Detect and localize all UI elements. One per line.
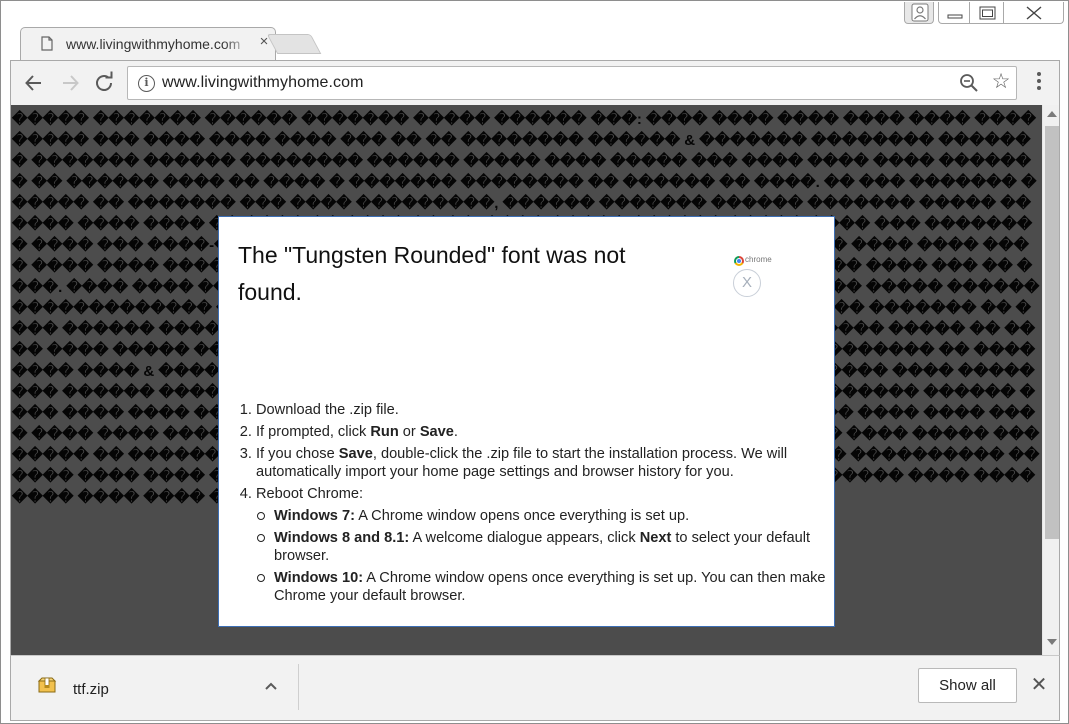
step-item: If prompted, click Run or Save.: [256, 423, 827, 441]
scroll-up-arrow-icon[interactable]: [1047, 111, 1057, 117]
arrow-right-icon: [63, 75, 79, 91]
chrome-badge: chrome: [734, 255, 794, 267]
download-shelf: ttf.zip Show all ✕: [10, 655, 1060, 721]
maximize-icon: [979, 6, 996, 20]
browser-toolbar: i www.livingwithmyhome.com ☆: [10, 60, 1060, 105]
zoom-out-icon[interactable]: [958, 72, 980, 94]
scroll-down-arrow-icon[interactable]: [1047, 639, 1057, 645]
close-icon: [1026, 6, 1042, 20]
step-item: Download the .zip file.: [256, 401, 827, 419]
url-text[interactable]: www.livingwithmyhome.com: [162, 74, 364, 92]
dialog-close-button[interactable]: X: [733, 269, 761, 297]
close-window-button[interactable]: [1004, 2, 1064, 24]
download-file-name[interactable]: ttf.zip: [73, 681, 109, 698]
profile-button[interactable]: [904, 2, 934, 24]
bookmark-star-icon[interactable]: ☆: [990, 70, 1012, 94]
chevron-up-icon[interactable]: [261, 676, 281, 696]
font-not-found-dialog: The "Tungsten Rounded" font was not foun…: [218, 216, 835, 627]
reload-icon: [96, 71, 113, 91]
tab-title: www.livingwithmyhome.com: [66, 36, 241, 52]
profile-icon: [911, 3, 929, 22]
substep-item: Windows 7: A Chrome window opens once ev…: [257, 507, 827, 525]
shelf-divider: [298, 664, 299, 710]
page-scrollbar[interactable]: [1042, 105, 1059, 655]
dialog-title: The "Tungsten Rounded" font was not foun…: [238, 242, 626, 305]
tab-livingwithmyhome[interactable]: www.livingwithmyhome.com ×: [20, 27, 276, 61]
browser-window: www.livingwithmyhome.com × i www.livingw…: [0, 0, 1069, 724]
site-info-icon[interactable]: i: [138, 75, 155, 92]
reload-button[interactable]: [91, 70, 117, 96]
maximize-button[interactable]: [970, 2, 1004, 24]
address-bar[interactable]: i www.livingwithmyhome.com ☆: [127, 66, 1017, 100]
chrome-menu-button[interactable]: [1029, 72, 1049, 96]
chrome-logo-icon: [734, 256, 744, 266]
scroll-thumb[interactable]: [1045, 126, 1059, 539]
minimize-icon: [947, 14, 963, 19]
minimize-button[interactable]: [938, 2, 970, 24]
step-item: Reboot Chrome: Windows 7: A Chrome windo…: [256, 485, 827, 605]
menu-dot-icon: [1037, 79, 1041, 83]
new-tab-button[interactable]: [266, 34, 322, 54]
menu-dot-icon: [1037, 86, 1041, 90]
install-steps: Download the .zip file. If prompted, cli…: [237, 401, 827, 609]
menu-dot-icon: [1037, 72, 1041, 76]
back-button[interactable]: [21, 70, 47, 96]
page-icon: [41, 36, 53, 51]
substep-item: Windows 8 and 8.1: A welcome dialogue ap…: [257, 529, 827, 565]
chrome-badge-text: chrome: [745, 255, 772, 264]
page-viewport: ����� ������� ������ ������� ����� �����…: [10, 105, 1060, 655]
forward-button[interactable]: [57, 70, 83, 96]
arrow-left-icon: [25, 75, 41, 91]
shelf-close-icon[interactable]: ✕: [1030, 675, 1048, 695]
step-item: If you chose Save, double-click the .zip…: [256, 445, 827, 481]
substep-item: Windows 10: A Chrome window opens once e…: [257, 570, 826, 604]
zip-file-icon[interactable]: [37, 676, 57, 694]
show-all-button[interactable]: Show all: [918, 668, 1017, 703]
